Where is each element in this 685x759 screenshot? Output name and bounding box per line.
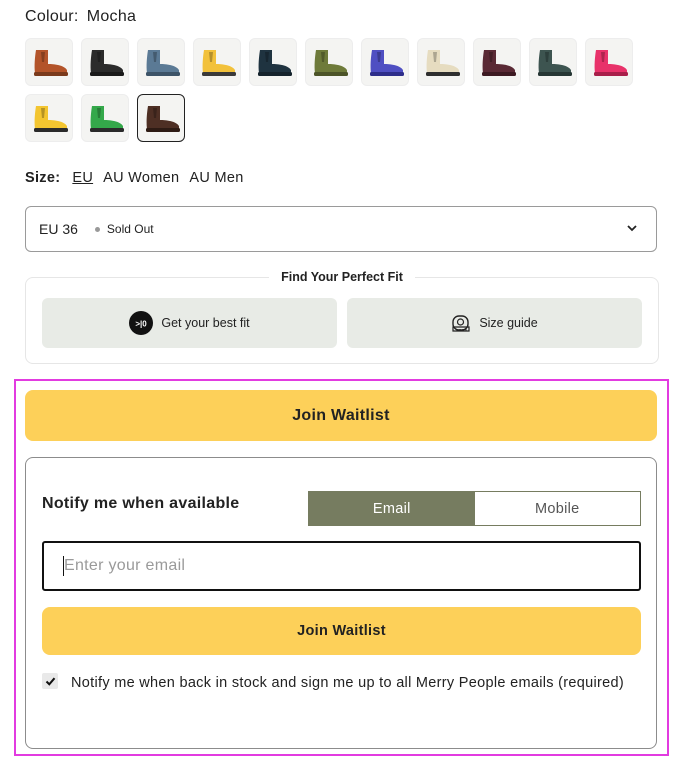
colour-swatch[interactable]	[249, 38, 297, 86]
email-input[interactable]	[42, 541, 641, 591]
size-system-au-men[interactable]: AU Men	[189, 170, 243, 186]
checkmark-icon	[45, 677, 55, 686]
boot-thumbnail	[90, 50, 124, 76]
boot-thumbnail	[34, 50, 68, 76]
colour-swatch[interactable]	[137, 94, 185, 142]
boot-thumbnail	[146, 106, 180, 132]
consent-label: Notify me when back in stock and sign me…	[71, 675, 624, 691]
fit-title: Find Your Perfect Fit	[26, 270, 658, 284]
consent-row: Notify me when back in stock and sign me…	[42, 672, 632, 694]
fit-logo-icon: >|0	[129, 311, 154, 335]
size-selected-value: EU 36	[39, 221, 78, 237]
colour-row: Colour: Mocha	[25, 8, 136, 26]
colour-swatch[interactable]	[305, 38, 353, 86]
notify-title: Notify me when available	[42, 495, 240, 512]
colour-swatch[interactable]	[585, 38, 633, 86]
svg-text:>|0: >|0	[136, 320, 148, 329]
size-status: Sold Out	[106, 222, 154, 236]
tab-mobile[interactable]: Mobile	[474, 492, 640, 525]
size-system-au-women[interactable]: AU Women	[103, 170, 179, 186]
colour-swatch[interactable]	[193, 38, 241, 86]
colour-swatch[interactable]	[25, 94, 73, 142]
text-caret	[63, 556, 64, 576]
boot-thumbnail	[258, 50, 292, 76]
boot-thumbnail	[482, 50, 516, 76]
consent-checkbox[interactable]	[42, 673, 58, 689]
colour-swatch[interactable]	[361, 38, 409, 86]
notify-join-waitlist-button[interactable]: Join Waitlist	[42, 607, 641, 655]
chevron-down-icon	[626, 221, 638, 237]
colour-swatch[interactable]	[417, 38, 465, 86]
boot-thumbnail	[538, 50, 572, 76]
boot-thumbnail	[90, 106, 124, 132]
colour-swatch[interactable]	[25, 38, 73, 86]
size-row: Size: EU AU Women AU Men	[25, 170, 244, 186]
colour-swatch[interactable]	[137, 38, 185, 86]
join-waitlist-button[interactable]: Join Waitlist	[25, 390, 657, 441]
boot-thumbnail	[146, 50, 180, 76]
tape-measure-icon	[451, 313, 471, 333]
status-dot	[94, 226, 100, 232]
boot-thumbnail	[370, 50, 404, 76]
colour-label: Colour:	[25, 8, 79, 25]
boot-thumbnail	[202, 50, 236, 76]
boot-thumbnail	[34, 106, 68, 132]
colour-value: Mocha	[86, 8, 137, 25]
notify-panel: Notify me when available Email Mobile Jo…	[25, 457, 657, 749]
size-label: Size:	[25, 170, 61, 186]
fit-finder: Find Your Perfect Fit >|0 Get your best …	[25, 270, 659, 364]
colour-swatch[interactable]	[473, 38, 521, 86]
size-select[interactable]: EU 36 Sold Out	[25, 206, 657, 252]
colour-swatch[interactable]	[81, 38, 129, 86]
colour-swatch[interactable]	[529, 38, 577, 86]
best-fit-button[interactable]: >|0 Get your best fit	[42, 298, 337, 348]
colour-swatch[interactable]	[81, 94, 129, 142]
best-fit-label: Get your best fit	[161, 316, 250, 330]
boot-thumbnail	[594, 50, 628, 76]
size-guide-label: Size guide	[479, 316, 538, 330]
notify-channel-tabs: Email Mobile	[308, 491, 641, 526]
size-system-eu[interactable]: EU	[72, 170, 93, 186]
size-guide-button[interactable]: Size guide	[347, 298, 642, 348]
tab-email[interactable]: Email	[309, 492, 475, 525]
boot-thumbnail	[426, 50, 460, 76]
boot-thumbnail	[314, 50, 348, 76]
